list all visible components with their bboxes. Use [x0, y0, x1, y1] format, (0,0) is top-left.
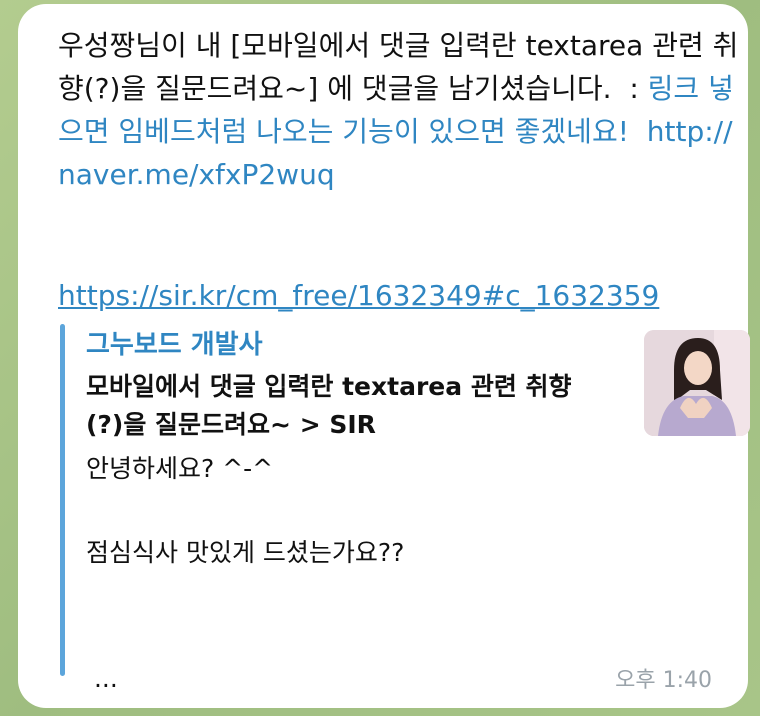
full-link[interactable]: https://sir.kr/cm_free/1632349#c_1632359 — [58, 274, 659, 317]
preview-accent-bar — [60, 324, 65, 676]
message-text: 우성짱님이 내 [모바일에서 댓글 입력란 textarea 관련 취향(?)을… — [58, 24, 748, 196]
link-preview[interactable]: 그누보드 개발사 모바일에서 댓글 입력란 textarea 관련 취향(?)을… — [60, 324, 750, 693]
message-time: 오후 1:40 — [615, 668, 712, 693]
preview-description: 안녕하세요? ^-^ 점심식사 맛있게 드셨는가요?? ... — [86, 454, 405, 693]
message-bubble[interactable]: 우성짱님이 내 [모바일에서 댓글 입력란 textarea 관련 취향(?)을… — [18, 4, 750, 708]
profile-photo-icon[interactable] — [644, 330, 750, 436]
preview-title: 모바일에서 댓글 입력란 textarea 관련 취향(?)을 질문드려요~ >… — [86, 372, 572, 439]
message-main-text: 우성짱님이 내 [모바일에서 댓글 입력란 textarea 관련 취향(?)을… — [58, 29, 739, 105]
preview-site-name: 그누보드 개발사 — [86, 330, 263, 360]
